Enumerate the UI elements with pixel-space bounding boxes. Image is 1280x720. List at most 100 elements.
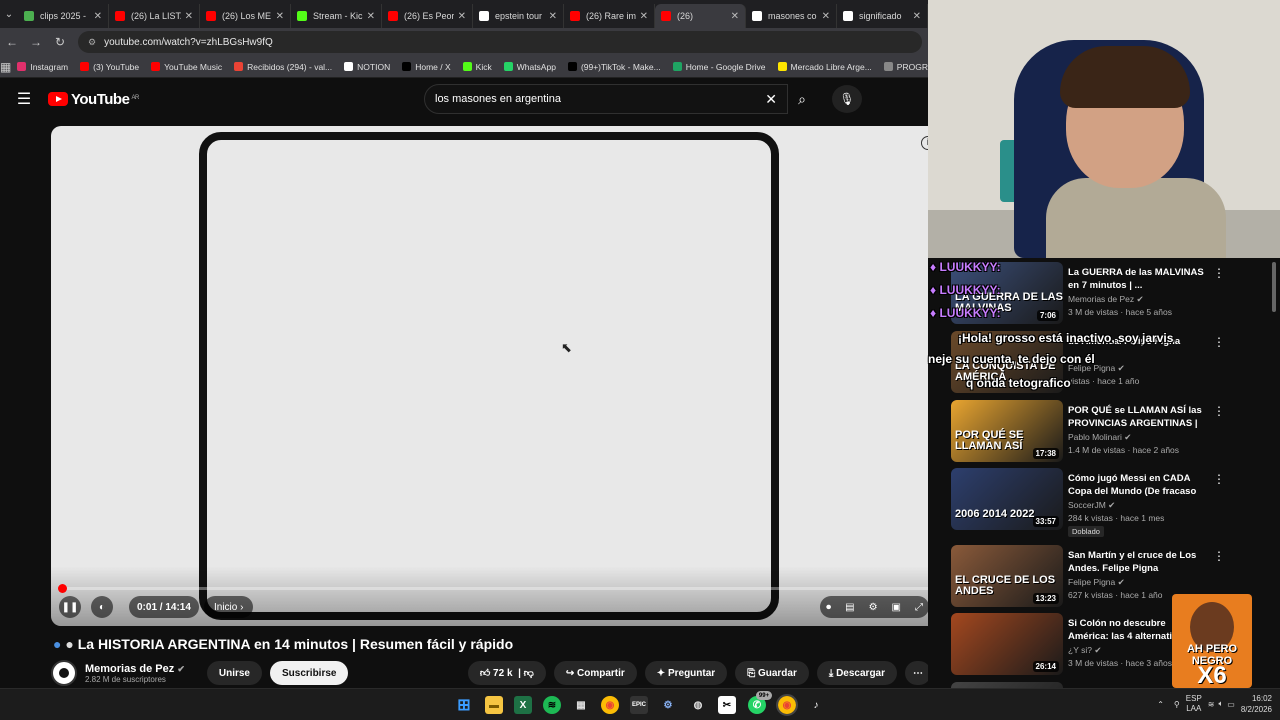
chapter-button[interactable]: Inicio ›	[204, 596, 254, 618]
browser-tab[interactable]: Stream - Kic ✕	[291, 4, 382, 28]
close-tab-icon[interactable]: ✕	[731, 11, 739, 22]
pause-button[interactable]: ❚❚	[59, 596, 81, 618]
channel-avatar[interactable]	[51, 660, 77, 686]
bookmark-item[interactable]: Kick	[462, 62, 492, 72]
related-video[interactable]: 2006 2014 2022 33:57 Cómo jugó Messi en CA…	[951, 468, 1271, 537]
close-tab-icon[interactable]: ✕	[276, 11, 284, 22]
close-tab-icon[interactable]: ✕	[822, 11, 830, 22]
battery-icon[interactable]: ▭	[1227, 700, 1235, 709]
site-info-icon[interactable]: ⚙	[88, 37, 96, 48]
capcut-icon[interactable]: ✂	[718, 696, 736, 714]
excel-icon[interactable]: X	[514, 696, 532, 714]
progress-scrubber[interactable]	[58, 584, 68, 593]
more-options-icon[interactable]: ⋮	[1213, 472, 1225, 486]
related-video[interactable]: POR QUÉ SE LLAMAN ASÍ 17:38 POR QUÉ se LLA…	[951, 400, 1271, 462]
clock[interactable]: 16:02 8/2/2026	[1241, 693, 1272, 715]
wifi-icon[interactable]: ≋	[1208, 700, 1215, 709]
bookmark-item[interactable]: (99+)TikTok - Make...	[567, 62, 661, 72]
video-thumbnail[interactable]: EL CRUCE DE LOS ANDES 13:23	[951, 545, 1063, 607]
close-tab-icon[interactable]: ✕	[185, 11, 193, 22]
bookmark-item[interactable]: (3) YouTube	[80, 62, 139, 72]
channel-name[interactable]: Memorias de Pez ✔	[85, 663, 185, 675]
youtube-logo[interactable]: YouTube AR	[48, 91, 139, 108]
miniplayer-icon[interactable]: ▣	[892, 602, 901, 613]
bookmark-item[interactable]: Instagram	[17, 62, 68, 72]
clear-search-icon[interactable]: ✕	[765, 91, 777, 108]
share-button[interactable]: ↪ Compartir	[553, 661, 637, 685]
close-tab-icon[interactable]: ✕	[94, 11, 102, 22]
tab-favicon-icon	[115, 11, 125, 21]
speaker-icon[interactable]: 🔈︎	[1218, 699, 1223, 709]
more-options-icon[interactable]: ⋮	[1213, 404, 1225, 418]
video-thumbnail[interactable]: 2006 2014 2022 33:57	[951, 468, 1063, 530]
language-indicator[interactable]: ESP LAA	[1186, 694, 1202, 714]
chrome-icon[interactable]: ◉	[601, 696, 619, 714]
more-options-icon[interactable]: ⋮	[1213, 266, 1225, 280]
close-tab-icon[interactable]: ✕	[458, 11, 466, 22]
subscribe-button[interactable]: Suscribirse	[270, 661, 349, 685]
video-thumbnail[interactable]: 26:14	[951, 613, 1063, 675]
subtitles-icon[interactable]: ▤	[845, 602, 854, 613]
bookmark-item[interactable]: Home / X	[402, 62, 451, 72]
epic-games-icon[interactable]: EPIC	[630, 696, 648, 714]
bookmark-item[interactable]: Recibidos (294) - val...	[234, 62, 332, 72]
video-duration: 7:06	[1036, 310, 1059, 321]
video-thumbnail[interactable]: POR QUÉ SE LLAMAN ASÍ 17:38	[951, 400, 1063, 462]
tab-search-icon[interactable]: ⌄	[0, 0, 18, 28]
browser-tab[interactable]: significado ✕	[837, 4, 928, 28]
progress-bar[interactable]	[58, 584, 929, 593]
spotify-icon[interactable]: ≋	[543, 696, 561, 714]
tab-favicon-icon	[24, 11, 34, 21]
bookmark-item[interactable]: YouTube Music	[151, 62, 222, 72]
sidebar-scrollbar[interactable]	[1272, 262, 1276, 312]
url-field[interactable]: ⚙ youtube.com/watch?v=zhLBGsHw9fQ	[78, 31, 922, 53]
browser-tab[interactable]: (26) Los ME ✕	[200, 4, 291, 28]
close-tab-icon[interactable]: ✕	[913, 11, 921, 22]
browser-tab[interactable]: epstein tour ✕	[473, 4, 564, 28]
browser-tab[interactable]: clips 2025 - ✕	[18, 4, 109, 28]
close-tab-icon[interactable]: ✕	[640, 11, 648, 22]
fullscreen-icon[interactable]: ⤢	[915, 602, 923, 613]
browser-tab[interactable]: masones co ✕	[746, 4, 837, 28]
save-button[interactable]: ⎘ Guardar	[735, 661, 809, 685]
search-input[interactable]: los masones en argentina ✕	[424, 84, 788, 114]
back-icon[interactable]: ←	[0, 35, 24, 49]
location-icon[interactable]: ⚲	[1174, 700, 1180, 709]
bookmark-item[interactable]: WhatsApp	[503, 62, 556, 72]
bookmark-item[interactable]: Home - Google Drive	[672, 62, 766, 72]
video-player[interactable]: i ⬉ ❚❚ ◐ 0:01 / 14:14 Inicio › ⏺ ▤ ⚙ ▣ ⤢	[51, 126, 941, 626]
reload-icon[interactable]: ↻	[48, 35, 72, 49]
volume-icon[interactable]: ◐	[91, 596, 113, 618]
browser-tab[interactable]: (26) ✕	[655, 4, 746, 28]
settings-icon[interactable]: ⚙	[869, 602, 878, 613]
dislike-icon[interactable]: 👎︎	[524, 667, 534, 679]
discord-icon[interactable]: ◍	[689, 696, 707, 714]
apps-grid-icon[interactable]: ▦	[0, 60, 11, 74]
file-explorer-icon[interactable]: ▬	[485, 696, 503, 714]
store-icon[interactable]: ▦	[572, 696, 590, 714]
related-channel-name: Pablo Molinari ✔	[1068, 432, 1132, 442]
download-button[interactable]: ⤓ Descargar	[816, 661, 897, 685]
close-tab-icon[interactable]: ✕	[367, 11, 375, 22]
mic-icon[interactable]: 🎙	[832, 85, 862, 113]
ask-button[interactable]: ✦ Preguntar	[644, 661, 728, 685]
close-tab-icon[interactable]: ✕	[549, 11, 557, 22]
more-options-icon[interactable]: ⋮	[1213, 549, 1225, 563]
search-icon[interactable]: ⌕	[788, 84, 816, 114]
steam-icon[interactable]: ⚙	[659, 696, 677, 714]
tiktok-icon[interactable]: ♪	[807, 696, 825, 714]
browser-tab[interactable]: (26) Es Peor ✕	[382, 4, 473, 28]
forward-icon[interactable]: →	[24, 35, 48, 49]
bookmark-item[interactable]: Mercado Libre Arge...	[777, 62, 872, 72]
bookmark-item[interactable]: NOTION	[344, 62, 390, 72]
more-options-icon[interactable]: ⋮	[1213, 335, 1225, 349]
menu-icon[interactable]: ☰	[0, 89, 48, 109]
tray-overflow-icon[interactable]: ⌃	[1157, 700, 1164, 709]
autoplay-toggle-icon[interactable]: ⏺	[826, 602, 831, 613]
chrome-active-icon[interactable]: ◉	[776, 694, 798, 716]
windows-start-icon[interactable]: ⊞	[455, 696, 473, 714]
browser-tab[interactable]: (26) La LISTA ✕	[109, 4, 200, 28]
like-button[interactable]: 👍︎ 72 k | 👎︎	[467, 661, 546, 685]
browser-tab[interactable]: (26) Rare im ✕	[564, 4, 655, 28]
join-button[interactable]: Unirse	[206, 661, 262, 685]
